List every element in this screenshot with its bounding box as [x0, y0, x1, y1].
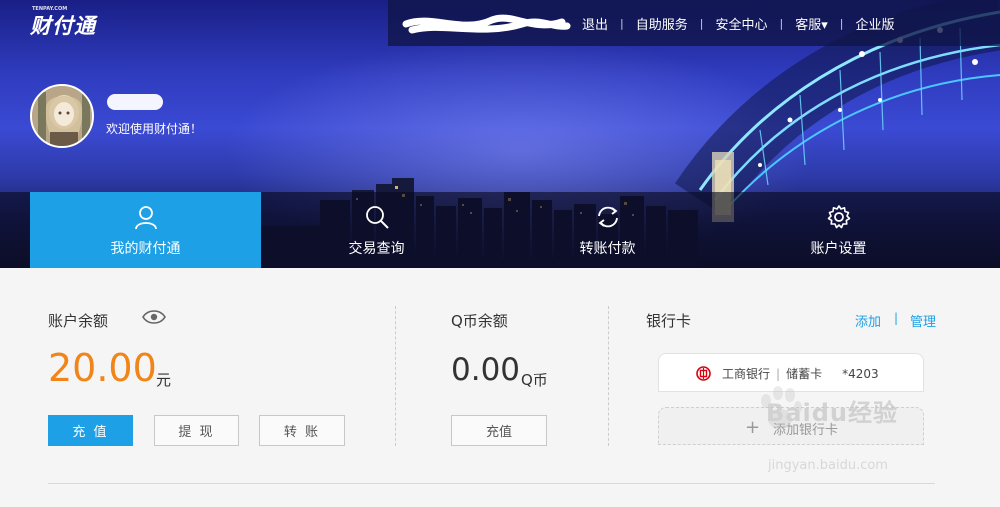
tab-label: 交易查询 — [348, 241, 405, 257]
bankcard-title: 银行卡 — [646, 312, 692, 330]
redacted-username — [107, 94, 163, 110]
tenpay-page: TENPAY.COM 财付通 退出 | 自助服务 | 安全中心 | 客服▾ | … — [0, 0, 1000, 507]
card-separator: | — [776, 367, 781, 381]
add-bankcard-link[interactable]: 添加 — [855, 311, 881, 330]
section-divider — [395, 306, 396, 446]
enterprise-link[interactable]: 企业版 — [843, 14, 906, 33]
transfer-button[interactable]: 转 账 — [259, 415, 345, 446]
top-nav: 退出 | 自助服务 | 安全中心 | 客服▾ | 企业版 — [570, 0, 906, 46]
redacted-username-scribble — [402, 14, 571, 34]
tab-label: 我的财付通 — [110, 241, 181, 257]
link-separator: | — [894, 311, 899, 325]
qcoin-amount: 0.00 — [451, 352, 521, 388]
watermark-url: jingyan.baidu.com — [768, 458, 888, 473]
tab-account-settings[interactable]: 账户设置 — [723, 192, 954, 268]
avatar[interactable] — [30, 84, 94, 148]
gear-icon — [827, 205, 850, 229]
user-icon — [134, 206, 157, 230]
welcome-text: 欢迎使用财付通！ — [106, 122, 203, 136]
logo-small-text: TENPAY.COM — [32, 6, 68, 12]
manage-bankcard-link[interactable]: 管理 — [910, 311, 936, 330]
watermark-text: Baidu经验 — [766, 399, 898, 427]
tab-transfer-payment[interactable]: 转账付款 — [492, 192, 723, 268]
bank-name: 工商银行 — [722, 367, 771, 381]
balance-unit: 元 — [156, 371, 172, 389]
recharge-button[interactable]: 充 值 — [48, 415, 133, 446]
bank-card-info: 工商银行 | 储蓄卡 *4203 — [722, 365, 879, 382]
tab-label: 账户设置 — [810, 241, 867, 257]
balance-title: 账户余额 — [48, 312, 109, 330]
qcoin-title: Q币余额 — [451, 312, 508, 330]
eye-icon[interactable] — [142, 309, 166, 325]
logout-link[interactable]: 退出 — [570, 14, 620, 33]
balance-amount: 20.00 — [48, 346, 157, 390]
bottom-divider — [48, 483, 935, 484]
tenpay-logo[interactable]: TENPAY.COM 财付通 — [30, 6, 96, 40]
logo-text: 财付通 — [30, 14, 96, 38]
main-tab-bar: 我的财付通 交易查询 转账付款 账户设置 — [0, 192, 1000, 268]
security-center-link[interactable]: 安全中心 — [703, 14, 779, 33]
self-service-link[interactable]: 自助服务 — [624, 14, 700, 33]
tab-transaction-query[interactable]: 交易查询 — [261, 192, 492, 268]
tab-label: 转账付款 — [579, 241, 636, 257]
card-type: 储蓄卡 — [786, 367, 823, 381]
refresh-icon — [597, 206, 618, 228]
tab-my-tenpay[interactable]: 我的财付通 — [30, 192, 261, 268]
customer-service-dropdown[interactable]: 客服▾ — [783, 14, 840, 33]
card-number: *4203 — [842, 367, 879, 381]
qcoin-unit: Q币 — [521, 371, 548, 389]
qcoin-recharge-button[interactable]: 充值 — [451, 415, 547, 446]
icbc-logo-icon — [696, 366, 711, 381]
hero-banner: TENPAY.COM 财付通 退出 | 自助服务 | 安全中心 | 客服▾ | … — [0, 0, 1000, 268]
section-divider — [608, 306, 609, 446]
withdraw-button[interactable]: 提 现 — [154, 415, 239, 446]
search-icon — [365, 206, 389, 229]
